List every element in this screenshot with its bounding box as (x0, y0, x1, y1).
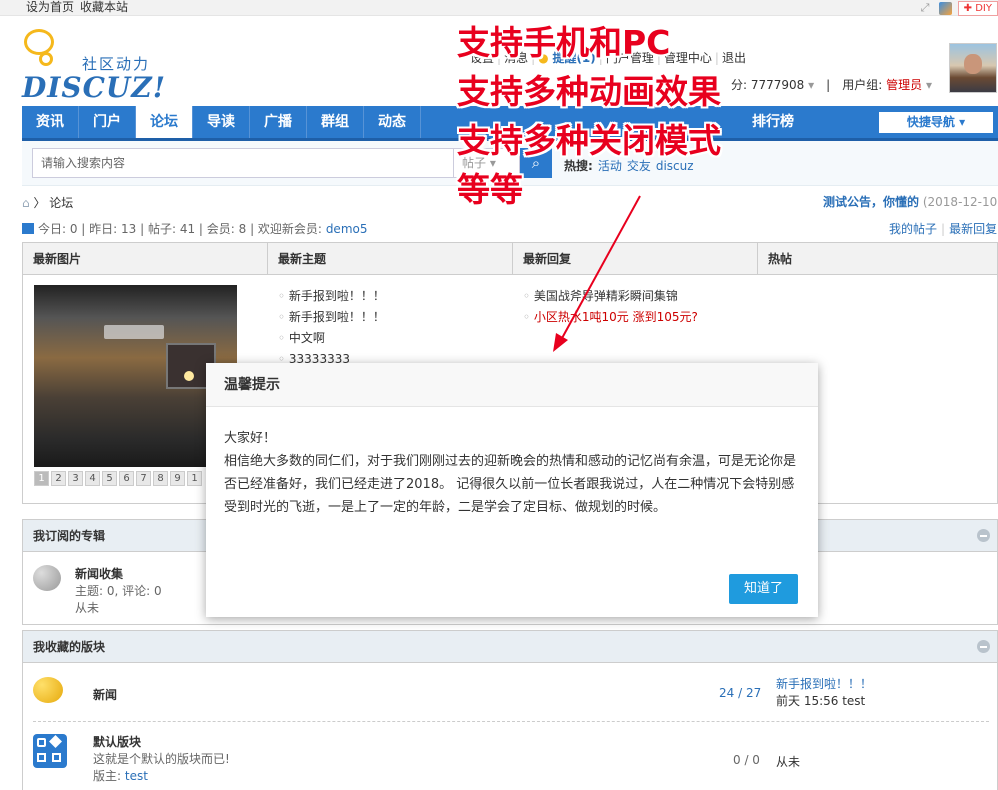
acknowledge-button[interactable]: 知道了 (729, 574, 798, 604)
modal-text: 相信绝大多数的同仁们，对于我们刚刚过去的迎新晚会的热情和感动的记忆尚有余温，可是… (224, 454, 797, 515)
modal-body: 大家好！ 相信绝大多数的同仁们，对于我们刚刚过去的迎新晚会的热情和感动的记忆尚有… (206, 407, 818, 519)
notice-modal: 温馨提示 大家好！ 相信绝大多数的同仁们，对于我们刚刚过去的迎新晚会的热情和感动… (206, 363, 818, 617)
modal-title: 温馨提示 (206, 363, 818, 407)
modal-greeting: 大家好！ (224, 431, 277, 446)
